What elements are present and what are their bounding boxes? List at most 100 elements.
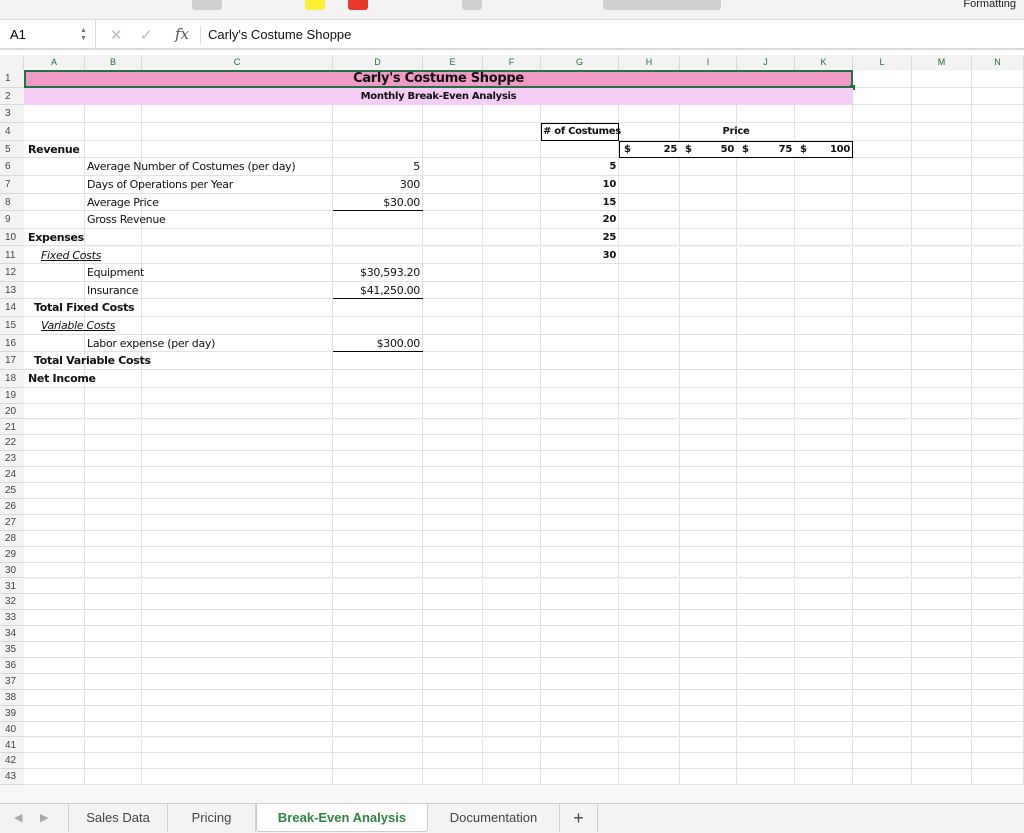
cell-C31[interactable] xyxy=(142,578,333,595)
cell-A8[interactable] xyxy=(24,193,85,212)
cell-H35[interactable] xyxy=(619,642,680,658)
cell-D3[interactable] xyxy=(333,105,423,123)
worksheet-grid[interactable]: A B C D E F G H I J K L M N 1 2 3 4 5 6 7 8 9 10 11 12 13 14 15 16 17 1… xyxy=(0,55,1024,803)
cell-F25[interactable] xyxy=(483,483,541,499)
cell-F40[interactable] xyxy=(483,721,541,738)
cell-J13[interactable] xyxy=(737,281,795,300)
cell-I9[interactable] xyxy=(680,211,737,229)
cell-I41[interactable] xyxy=(680,737,737,754)
cell-D29[interactable] xyxy=(333,546,423,563)
row-header-28[interactable]: 28 xyxy=(0,530,24,547)
cell-N31[interactable] xyxy=(972,578,1024,595)
cell-C10[interactable] xyxy=(142,228,333,247)
cell-N33[interactable] xyxy=(972,610,1024,627)
cell-K37[interactable] xyxy=(795,673,853,690)
row-header-16[interactable]: 16 xyxy=(0,334,24,353)
cell-M2[interactable] xyxy=(912,87,972,106)
cell-E12[interactable] xyxy=(423,264,483,282)
cell-L1[interactable] xyxy=(853,70,912,88)
cell-C43[interactable] xyxy=(142,769,333,786)
cell-F12[interactable] xyxy=(483,264,541,282)
row-header-39[interactable]: 39 xyxy=(0,705,24,722)
cell-M34[interactable] xyxy=(912,626,972,643)
cell-E24[interactable] xyxy=(423,467,483,484)
cell-J7[interactable] xyxy=(737,175,795,194)
cell-L21[interactable] xyxy=(853,419,912,436)
cell-C23[interactable] xyxy=(142,451,333,468)
cell-H43[interactable] xyxy=(619,769,680,786)
cell-F32[interactable] xyxy=(483,594,541,611)
cell-G29[interactable] xyxy=(541,546,619,563)
column-header-b[interactable]: B xyxy=(85,55,142,70)
cell-C4[interactable] xyxy=(142,122,333,141)
cell-F11[interactable] xyxy=(483,246,541,265)
cell-K41[interactable] xyxy=(795,737,853,754)
cell-N38[interactable] xyxy=(972,689,1024,706)
tab-break-even-analysis[interactable]: Break-Even Analysis xyxy=(256,804,428,832)
cell-N27[interactable] xyxy=(972,514,1024,531)
cell-C9[interactable] xyxy=(142,211,333,229)
cell-C39[interactable] xyxy=(142,705,333,722)
cell-E21[interactable] xyxy=(423,419,483,436)
cell-L6[interactable] xyxy=(853,158,912,176)
cell-K9[interactable] xyxy=(795,211,853,229)
cell-K28[interactable] xyxy=(795,530,853,547)
cell-D41[interactable] xyxy=(333,737,423,754)
cell-A42[interactable] xyxy=(24,753,85,770)
cell-D28[interactable] xyxy=(333,530,423,547)
cell-A13[interactable] xyxy=(24,281,85,300)
column-header-h[interactable]: H xyxy=(619,55,680,70)
cell-M40[interactable] xyxy=(912,721,972,738)
cell-I35[interactable] xyxy=(680,642,737,658)
cell-J33[interactable] xyxy=(737,610,795,627)
cell-G35[interactable] xyxy=(541,642,619,658)
cell-C29[interactable] xyxy=(142,546,333,563)
highlight-color-icon[interactable] xyxy=(305,0,325,10)
cell-N23[interactable] xyxy=(972,451,1024,468)
cell-C35[interactable] xyxy=(142,642,333,658)
cell-G15[interactable] xyxy=(541,317,619,335)
cell-A30[interactable] xyxy=(24,562,85,579)
cell-L41[interactable] xyxy=(853,737,912,754)
cell-M23[interactable] xyxy=(912,451,972,468)
cell-E14[interactable] xyxy=(423,299,483,318)
cell-D30[interactable] xyxy=(333,562,423,579)
cell-M31[interactable] xyxy=(912,578,972,595)
cell-A6[interactable] xyxy=(24,158,85,176)
cell-C17[interactable] xyxy=(142,352,333,371)
cell-I24[interactable] xyxy=(680,467,737,484)
cell-I21[interactable] xyxy=(680,419,737,436)
cell-F36[interactable] xyxy=(483,658,541,674)
cell-B36[interactable] xyxy=(85,658,142,674)
cell-H13[interactable] xyxy=(619,281,680,300)
cell-D19[interactable] xyxy=(333,387,423,404)
cell-N1[interactable] xyxy=(972,70,1024,88)
row-header-3[interactable]: 3 xyxy=(0,105,24,123)
cell-M20[interactable] xyxy=(912,403,972,420)
cell-L22[interactable] xyxy=(853,435,912,452)
row-header-29[interactable]: 29 xyxy=(0,546,24,563)
cell-E9[interactable] xyxy=(423,211,483,229)
cell-F43[interactable] xyxy=(483,769,541,786)
cell-F41[interactable] xyxy=(483,737,541,754)
cell-M28[interactable] xyxy=(912,530,972,547)
cell-A26[interactable] xyxy=(24,499,85,515)
cell-H32[interactable] xyxy=(619,594,680,611)
cell-I27[interactable] xyxy=(680,514,737,531)
cancel-icon[interactable]: ✕ xyxy=(110,26,123,44)
cell-E20[interactable] xyxy=(423,403,483,420)
cell-A40[interactable] xyxy=(24,721,85,738)
cell-H22[interactable] xyxy=(619,435,680,452)
cell-C15[interactable] xyxy=(142,317,333,335)
cell-L11[interactable] xyxy=(853,246,912,265)
cell-G27[interactable] xyxy=(541,514,619,531)
cell-D23[interactable] xyxy=(333,451,423,468)
cell-K38[interactable] xyxy=(795,689,853,706)
cell-I31[interactable] xyxy=(680,578,737,595)
cell-E37[interactable] xyxy=(423,673,483,690)
cell-L34[interactable] xyxy=(853,626,912,643)
cell-D18[interactable] xyxy=(333,370,423,388)
cell-G21[interactable] xyxy=(541,419,619,436)
row-header-10[interactable]: 10 xyxy=(0,228,24,247)
cell-B24[interactable] xyxy=(85,467,142,484)
